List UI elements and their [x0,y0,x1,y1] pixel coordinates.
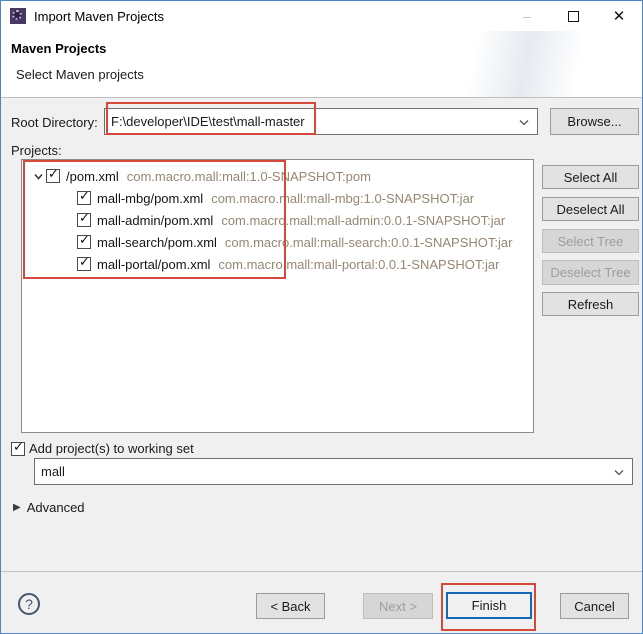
project-checkbox[interactable]: ✓ [77,235,91,249]
project-checkbox[interactable]: ✓ [77,191,91,205]
refresh-button[interactable]: Refresh [542,292,639,316]
tree-row-pom[interactable]: ✓ /pom.xml com.macro.mall:mall:1.0-SNAPS… [22,165,533,187]
tree-row-portal[interactable]: ✓ mall-portal/pom.xml com.macro.mall:mal… [22,253,533,275]
deselect-all-button[interactable]: Deselect All [542,197,639,221]
project-checkbox[interactable]: ✓ [77,257,91,271]
next-button: Next > [363,593,433,619]
working-set-label: Add project(s) to working set [29,441,194,456]
cancel-button[interactable]: Cancel [560,593,629,619]
check-icon: ✓ [79,255,90,268]
finish-button[interactable]: Finish [446,592,532,619]
tree-row-mbg[interactable]: ✓ mall-mbg/pom.xml com.macro.mall:mall-m… [22,187,533,209]
root-directory-combo[interactable]: F:\developer\IDE\test\mall-master [104,108,538,135]
projects-tree[interactable]: ✓ /pom.xml com.macro.mall:mall:1.0-SNAPS… [21,159,534,433]
project-artifact: com.macro.mall:mall-mbg:1.0-SNAPSHOT:jar [211,191,474,206]
check-icon: ✓ [79,189,90,202]
minimize-button: – [504,1,550,31]
maximize-button[interactable] [550,1,596,31]
tree-row-search[interactable]: ✓ mall-search/pom.xml com.macro.mall:mal… [22,231,533,253]
working-set-checkbox[interactable]: ✓ [11,442,25,456]
root-directory-label: Root Directory: [11,115,98,130]
working-set-combo[interactable]: mall [34,458,633,485]
project-artifact: com.macro.mall:mall-admin:0.0.1-SNAPSHOT… [221,213,505,228]
check-icon: ✓ [79,233,90,246]
window-controls: – ✕ [504,1,642,31]
maven-import-icon [10,8,26,24]
project-path: mall-mbg/pom.xml [97,191,203,206]
project-artifact: com.macro.mall:mall-portal:0.0.1-SNAPSHO… [218,257,499,272]
project-checkbox[interactable]: ✓ [46,169,60,183]
back-button[interactable]: < Back [256,593,325,619]
maximize-icon [568,11,579,22]
deselect-tree-button: Deselect Tree [542,260,639,285]
projects-label: Projects: [11,143,62,158]
check-icon: ✓ [48,167,59,180]
footer-separator [1,571,642,572]
project-checkbox[interactable]: ✓ [77,213,91,227]
help-button[interactable]: ? [18,593,40,615]
chevron-down-icon[interactable] [518,114,530,129]
select-tree-button: Select Tree [542,229,639,253]
working-set-checkbox-row[interactable]: ✓ Add project(s) to working set [11,441,194,456]
page-subtitle: Select Maven projects [16,67,144,82]
project-artifact: com.macro.mall:mall-search:0.0.1-SNAPSHO… [225,235,513,250]
wizard-banner: Maven Projects Select Maven projects [1,31,642,98]
tree-row-admin[interactable]: ✓ mall-admin/pom.xml com.macro.mall:mall… [22,209,533,231]
project-artifact: com.macro.mall:mall:1.0-SNAPSHOT:pom [127,169,371,184]
browse-button[interactable]: Browse... [550,108,639,135]
chevron-down-icon[interactable] [613,464,625,479]
check-icon: ✓ [13,440,24,453]
import-maven-projects-dialog: Import Maven Projects – ✕ Maven Projects… [0,0,643,634]
triangle-right-icon: ▶ [13,502,21,513]
project-path: mall-search/pom.xml [97,235,217,250]
advanced-label: Advanced [27,500,85,515]
root-directory-value: F:\developer\IDE\test\mall-master [111,114,305,129]
working-set-value: mall [41,464,65,479]
close-button[interactable]: ✕ [596,1,642,31]
gear-icon [12,10,22,20]
project-path: mall-admin/pom.xml [97,213,213,228]
title-bar: Import Maven Projects – ✕ [1,1,642,31]
select-all-button[interactable]: Select All [542,165,639,189]
check-icon: ✓ [79,211,90,224]
project-path: mall-portal/pom.xml [97,257,210,272]
advanced-section-toggle[interactable]: ▶ Advanced [13,500,85,515]
project-path: /pom.xml [66,169,119,184]
tree-expander-icon[interactable] [30,171,46,182]
window-title: Import Maven Projects [34,9,164,24]
page-title: Maven Projects [11,41,106,56]
